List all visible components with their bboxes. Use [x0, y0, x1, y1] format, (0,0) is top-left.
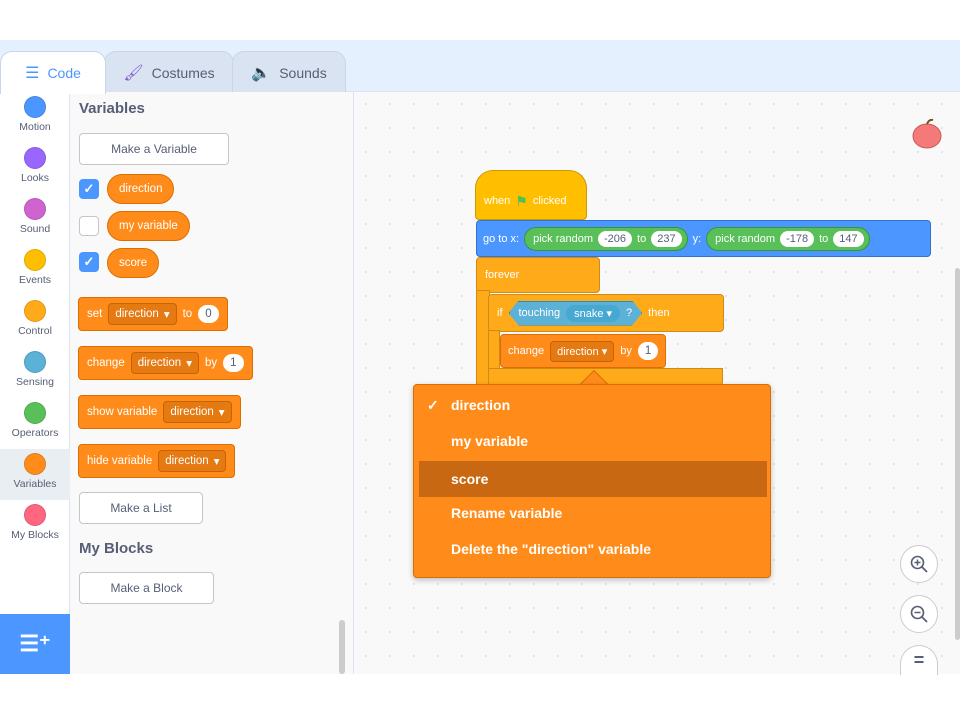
- events-dot-icon: [24, 249, 46, 271]
- apple-sprite-icon[interactable]: [910, 116, 944, 150]
- random-y-from-input[interactable]: -178: [780, 230, 815, 247]
- make-list-button[interactable]: Make a List: [79, 492, 203, 524]
- go-to-xy-block[interactable]: go to x: pick random -206 to 237 y: pick…: [476, 220, 931, 257]
- tab-code[interactable]: ☰ Code: [0, 51, 106, 94]
- change-direction-dropdown[interactable]: direction ▾: [550, 340, 615, 362]
- sensing-dot-icon: [24, 351, 46, 373]
- category-variables[interactable]: Variables: [0, 449, 70, 500]
- category-looks[interactable]: Looks: [0, 143, 70, 194]
- category-events[interactable]: Events: [0, 245, 70, 296]
- pick-random-y-block[interactable]: pick random -178 to 147: [706, 226, 870, 251]
- when-flag-clicked-block[interactable]: when ⚑ clicked: [475, 170, 587, 220]
- canvas-scrollbar[interactable]: [955, 268, 960, 640]
- zoom-in-icon: [910, 555, 928, 573]
- motion-dot-icon: [24, 96, 46, 118]
- my-blocks-dot-icon: [24, 504, 46, 526]
- menu-item-direction[interactable]: ✓ direction: [419, 387, 767, 423]
- editor-tabs-bar: ☰ Code 🖌 Costumes 🔈 Sounds: [0, 40, 960, 94]
- change-direction-block[interactable]: change direction ▾ by 1: [500, 334, 667, 368]
- direction-reporter[interactable]: direction: [107, 174, 175, 204]
- zoom-reset-button[interactable]: =: [900, 645, 938, 675]
- chevron-down-icon: ▾: [601, 345, 608, 358]
- sound-dot-icon: [24, 198, 46, 220]
- category-motion[interactable]: Motion: [0, 92, 70, 143]
- block-palette: Variables Make a Variable ✓ direction my…: [70, 92, 354, 674]
- zoom-in-button[interactable]: [900, 545, 938, 583]
- variable-dropdown-menu: ✓ direction my variable score Rename var…: [413, 384, 771, 578]
- tab-sounds[interactable]: 🔈 Sounds: [232, 51, 346, 93]
- show-variable-block[interactable]: show variable direction ▾: [78, 395, 241, 429]
- category-sensing[interactable]: Sensing: [0, 347, 70, 398]
- direction-checkbox[interactable]: ✓: [79, 179, 99, 199]
- make-variable-button[interactable]: Make a Variable: [79, 133, 229, 165]
- change-variable-block[interactable]: change direction ▾ by 1: [78, 346, 253, 380]
- touching-block[interactable]: touching snake ▾ ?: [509, 301, 643, 326]
- change-variable-dropdown[interactable]: direction ▾: [130, 352, 199, 374]
- if-then-block[interactable]: if touching snake ▾ ? then: [488, 294, 724, 332]
- category-my-blocks[interactable]: My Blocks: [0, 500, 70, 551]
- chevron-down-icon: ▾: [218, 407, 225, 419]
- category-operators[interactable]: Operators: [0, 398, 70, 449]
- category-menu: Motion Looks Sound Events Control Sensin…: [0, 92, 70, 674]
- category-control[interactable]: Control: [0, 296, 70, 347]
- zoom-out-icon: [910, 605, 928, 623]
- chevron-down-icon: ▾: [186, 358, 192, 370]
- zoom-out-button[interactable]: [900, 595, 938, 633]
- add-extension-icon: ☰⁺: [19, 631, 51, 656]
- random-x-from-input[interactable]: -206: [598, 230, 633, 247]
- code-icon: ☰: [25, 65, 40, 82]
- set-variable-dropdown[interactable]: direction ▾: [108, 303, 177, 325]
- set-variable-block[interactable]: set direction ▾ to 0: [78, 297, 228, 331]
- random-x-to-input[interactable]: 237: [651, 230, 682, 247]
- hide-variable-dropdown[interactable]: direction ▾: [158, 450, 227, 472]
- show-variable-dropdown[interactable]: direction ▾: [163, 401, 232, 423]
- menu-item-rename-variable[interactable]: Rename variable: [419, 495, 767, 531]
- score-checkbox[interactable]: ✓: [79, 252, 99, 272]
- operators-dot-icon: [24, 402, 46, 424]
- menu-item-score[interactable]: score: [419, 461, 767, 497]
- my-variable-reporter[interactable]: my variable: [107, 211, 190, 241]
- variables-dot-icon: [24, 453, 46, 475]
- add-extension-button[interactable]: ☰⁺: [0, 614, 70, 674]
- chevron-down-icon: ▾: [606, 307, 613, 320]
- my-blocks-heading: My Blocks: [79, 540, 154, 557]
- menu-item-delete-variable[interactable]: Delete the "direction" variable: [419, 531, 767, 567]
- chevron-down-icon: ▾: [213, 456, 220, 468]
- chevron-down-icon: ▾: [163, 309, 170, 321]
- checkmark-icon: ✓: [427, 396, 439, 413]
- equals-icon: =: [913, 650, 925, 670]
- palette-scrollbar[interactable]: [339, 620, 345, 674]
- change-direction-value-input[interactable]: 1: [637, 342, 659, 360]
- forever-block[interactable]: forever: [476, 257, 600, 293]
- random-y-to-input[interactable]: 147: [833, 230, 864, 247]
- green-flag-icon: ⚑: [515, 192, 528, 209]
- brush-icon: 🖌: [123, 64, 144, 82]
- menu-item-my-variable[interactable]: my variable: [419, 423, 767, 459]
- if-arm: [488, 330, 500, 370]
- score-reporter[interactable]: score: [107, 248, 160, 278]
- make-block-button[interactable]: Make a Block: [79, 572, 214, 604]
- change-value-input[interactable]: 1: [223, 354, 244, 372]
- touching-target-dropdown[interactable]: snake ▾: [566, 305, 620, 322]
- control-dot-icon: [24, 300, 46, 322]
- speaker-icon: 🔈: [251, 64, 272, 82]
- looks-dot-icon: [24, 147, 46, 169]
- hide-variable-block[interactable]: hide variable direction ▾: [78, 444, 236, 478]
- tab-costumes[interactable]: 🖌 Costumes: [104, 51, 234, 93]
- category-sound[interactable]: Sound: [0, 194, 70, 245]
- variables-heading: Variables: [79, 100, 145, 117]
- my-variable-checkbox[interactable]: [79, 216, 99, 236]
- pick-random-x-block[interactable]: pick random -206 to 237: [524, 226, 688, 251]
- set-value-input[interactable]: 0: [198, 305, 219, 323]
- top-menu-bar: [0, 0, 960, 40]
